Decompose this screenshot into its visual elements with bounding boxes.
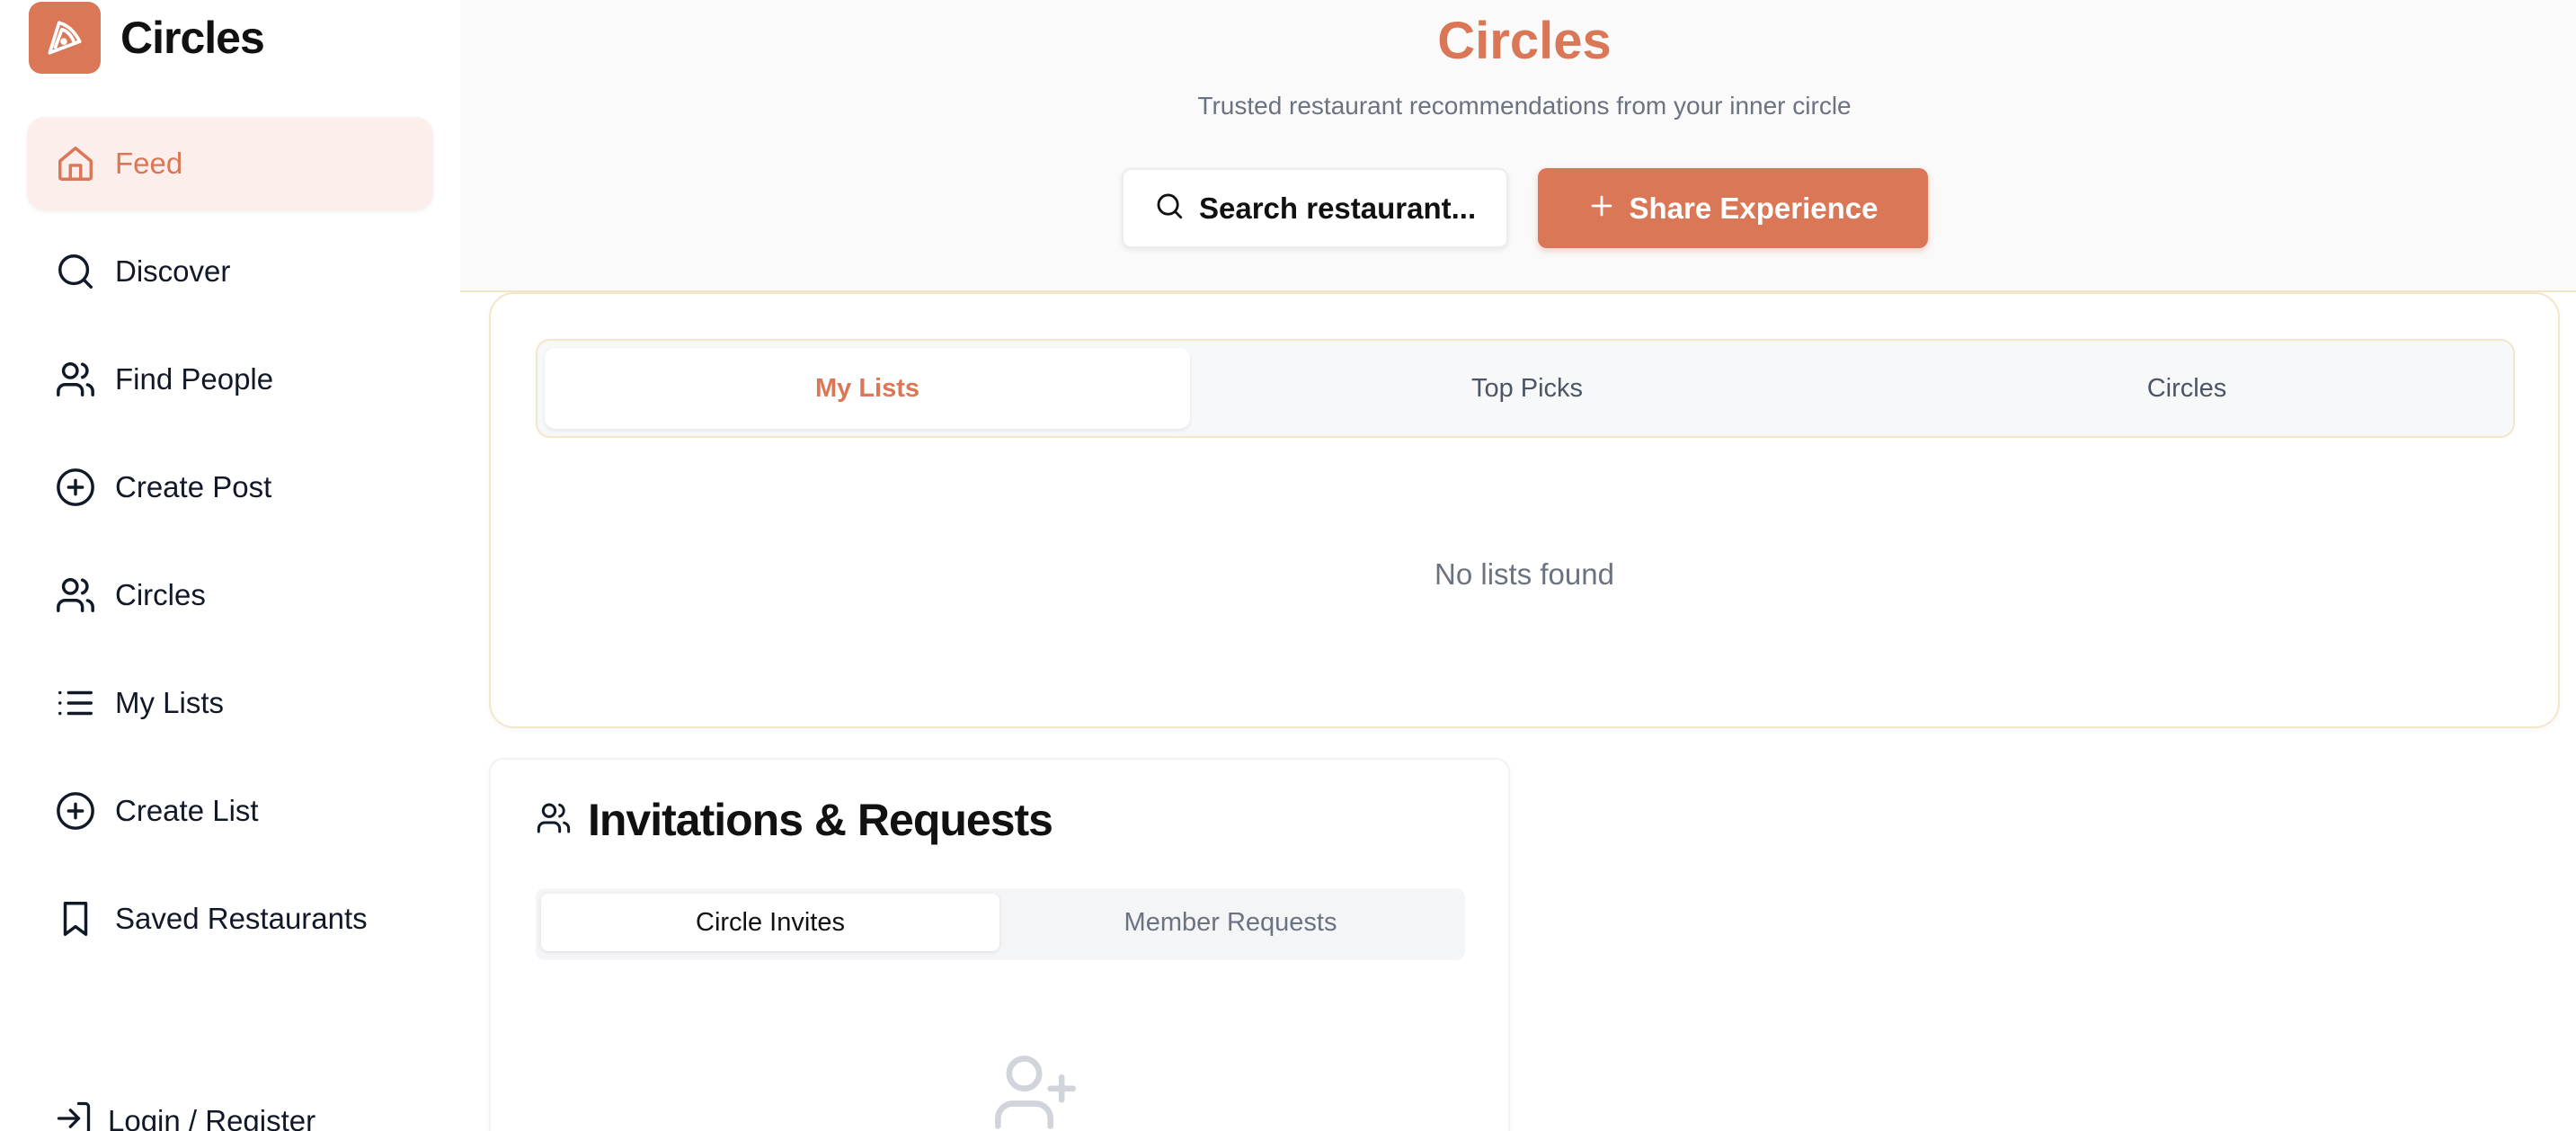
page-subtitle: Trusted restaurant recommendations from … [1197,92,1852,120]
search-button-label: Search restaurant... [1199,191,1477,225]
sidebar-item-label: My Lists [115,686,225,719]
login-icon [54,1099,93,1131]
app: Circles Feed Discover Find People Create… [0,0,2576,1131]
tab-circle-invites[interactable]: Circle Invites [541,894,999,951]
plus-circle-icon [54,789,97,833]
user-plus-icon [990,1047,1080,1131]
sidebar-item-create-post[interactable]: Create Post [27,441,433,534]
lists-card: My Lists Top Picks Circles No lists foun… [489,292,2560,728]
search-restaurant-button[interactable]: Search restaurant... [1122,168,1508,248]
sidebar-item-feed[interactable]: Feed [27,117,433,210]
users-icon [536,800,572,841]
list-icon [54,681,97,725]
sidebar-item-create-list[interactable]: Create List [27,764,433,858]
plus-circle-icon [54,466,97,509]
tab-top-picks[interactable]: Top Picks [1204,348,1850,429]
sidebar-item-find-people[interactable]: Find People [27,333,433,426]
home-icon [54,142,97,185]
share-experience-button[interactable]: Share Experience [1538,168,1928,248]
sidebar-item-circles[interactable]: Circles [27,548,433,642]
users-icon [54,574,97,617]
bookmark-icon [54,897,97,940]
invitations-card: Invitations & Requests Circle Invites Me… [489,758,1510,1131]
invitations-header: Invitations & Requests [536,794,1053,846]
sidebar-item-label: Create List [115,794,259,827]
brand-name: Circles [120,13,265,63]
page-header: Circles Trusted restaurant recommendatio… [460,0,2576,292]
share-button-label: Share Experience [1629,191,1879,225]
login-register-link[interactable]: Login / Register [54,1099,315,1131]
tab-circles[interactable]: Circles [1864,348,2509,429]
pizza-slice-icon [29,2,101,74]
login-label: Login / Register [108,1103,316,1131]
sidebar-item-my-lists[interactable]: My Lists [27,656,433,750]
tab-my-lists[interactable]: My Lists [545,348,1190,429]
plus-icon [1588,192,1615,224]
users-icon [54,358,97,401]
brand[interactable]: Circles [29,2,265,74]
invitations-tabs: Circle Invites Member Requests [536,888,1465,960]
search-icon [1154,191,1185,226]
sidebar-item-label: Saved Restaurants [115,902,368,935]
sidebar-item-label: Feed [115,147,183,180]
sidebar-item-label: Create Post [115,470,272,503]
sidebar: Circles Feed Discover Find People Create… [0,0,458,1131]
sidebar-item-saved-restaurants[interactable]: Saved Restaurants [27,872,433,966]
empty-state-text: No lists found [1435,557,1614,591]
lists-tabs: My Lists Top Picks Circles [536,339,2515,438]
main-content: Circles Trusted restaurant recommendatio… [460,0,2576,1131]
invitations-title: Invitations & Requests [588,795,1053,845]
sidebar-nav: Feed Discover Find People Create Post Ci… [27,117,433,980]
tab-member-requests[interactable]: Member Requests [1001,894,1460,951]
sidebar-item-label: Circles [115,578,206,611]
page-title: Circles [1437,12,1612,70]
sidebar-item-discover[interactable]: Discover [27,225,433,318]
sidebar-item-label: Discover [115,254,231,288]
search-icon [54,250,97,293]
sidebar-item-label: Find People [115,362,274,396]
